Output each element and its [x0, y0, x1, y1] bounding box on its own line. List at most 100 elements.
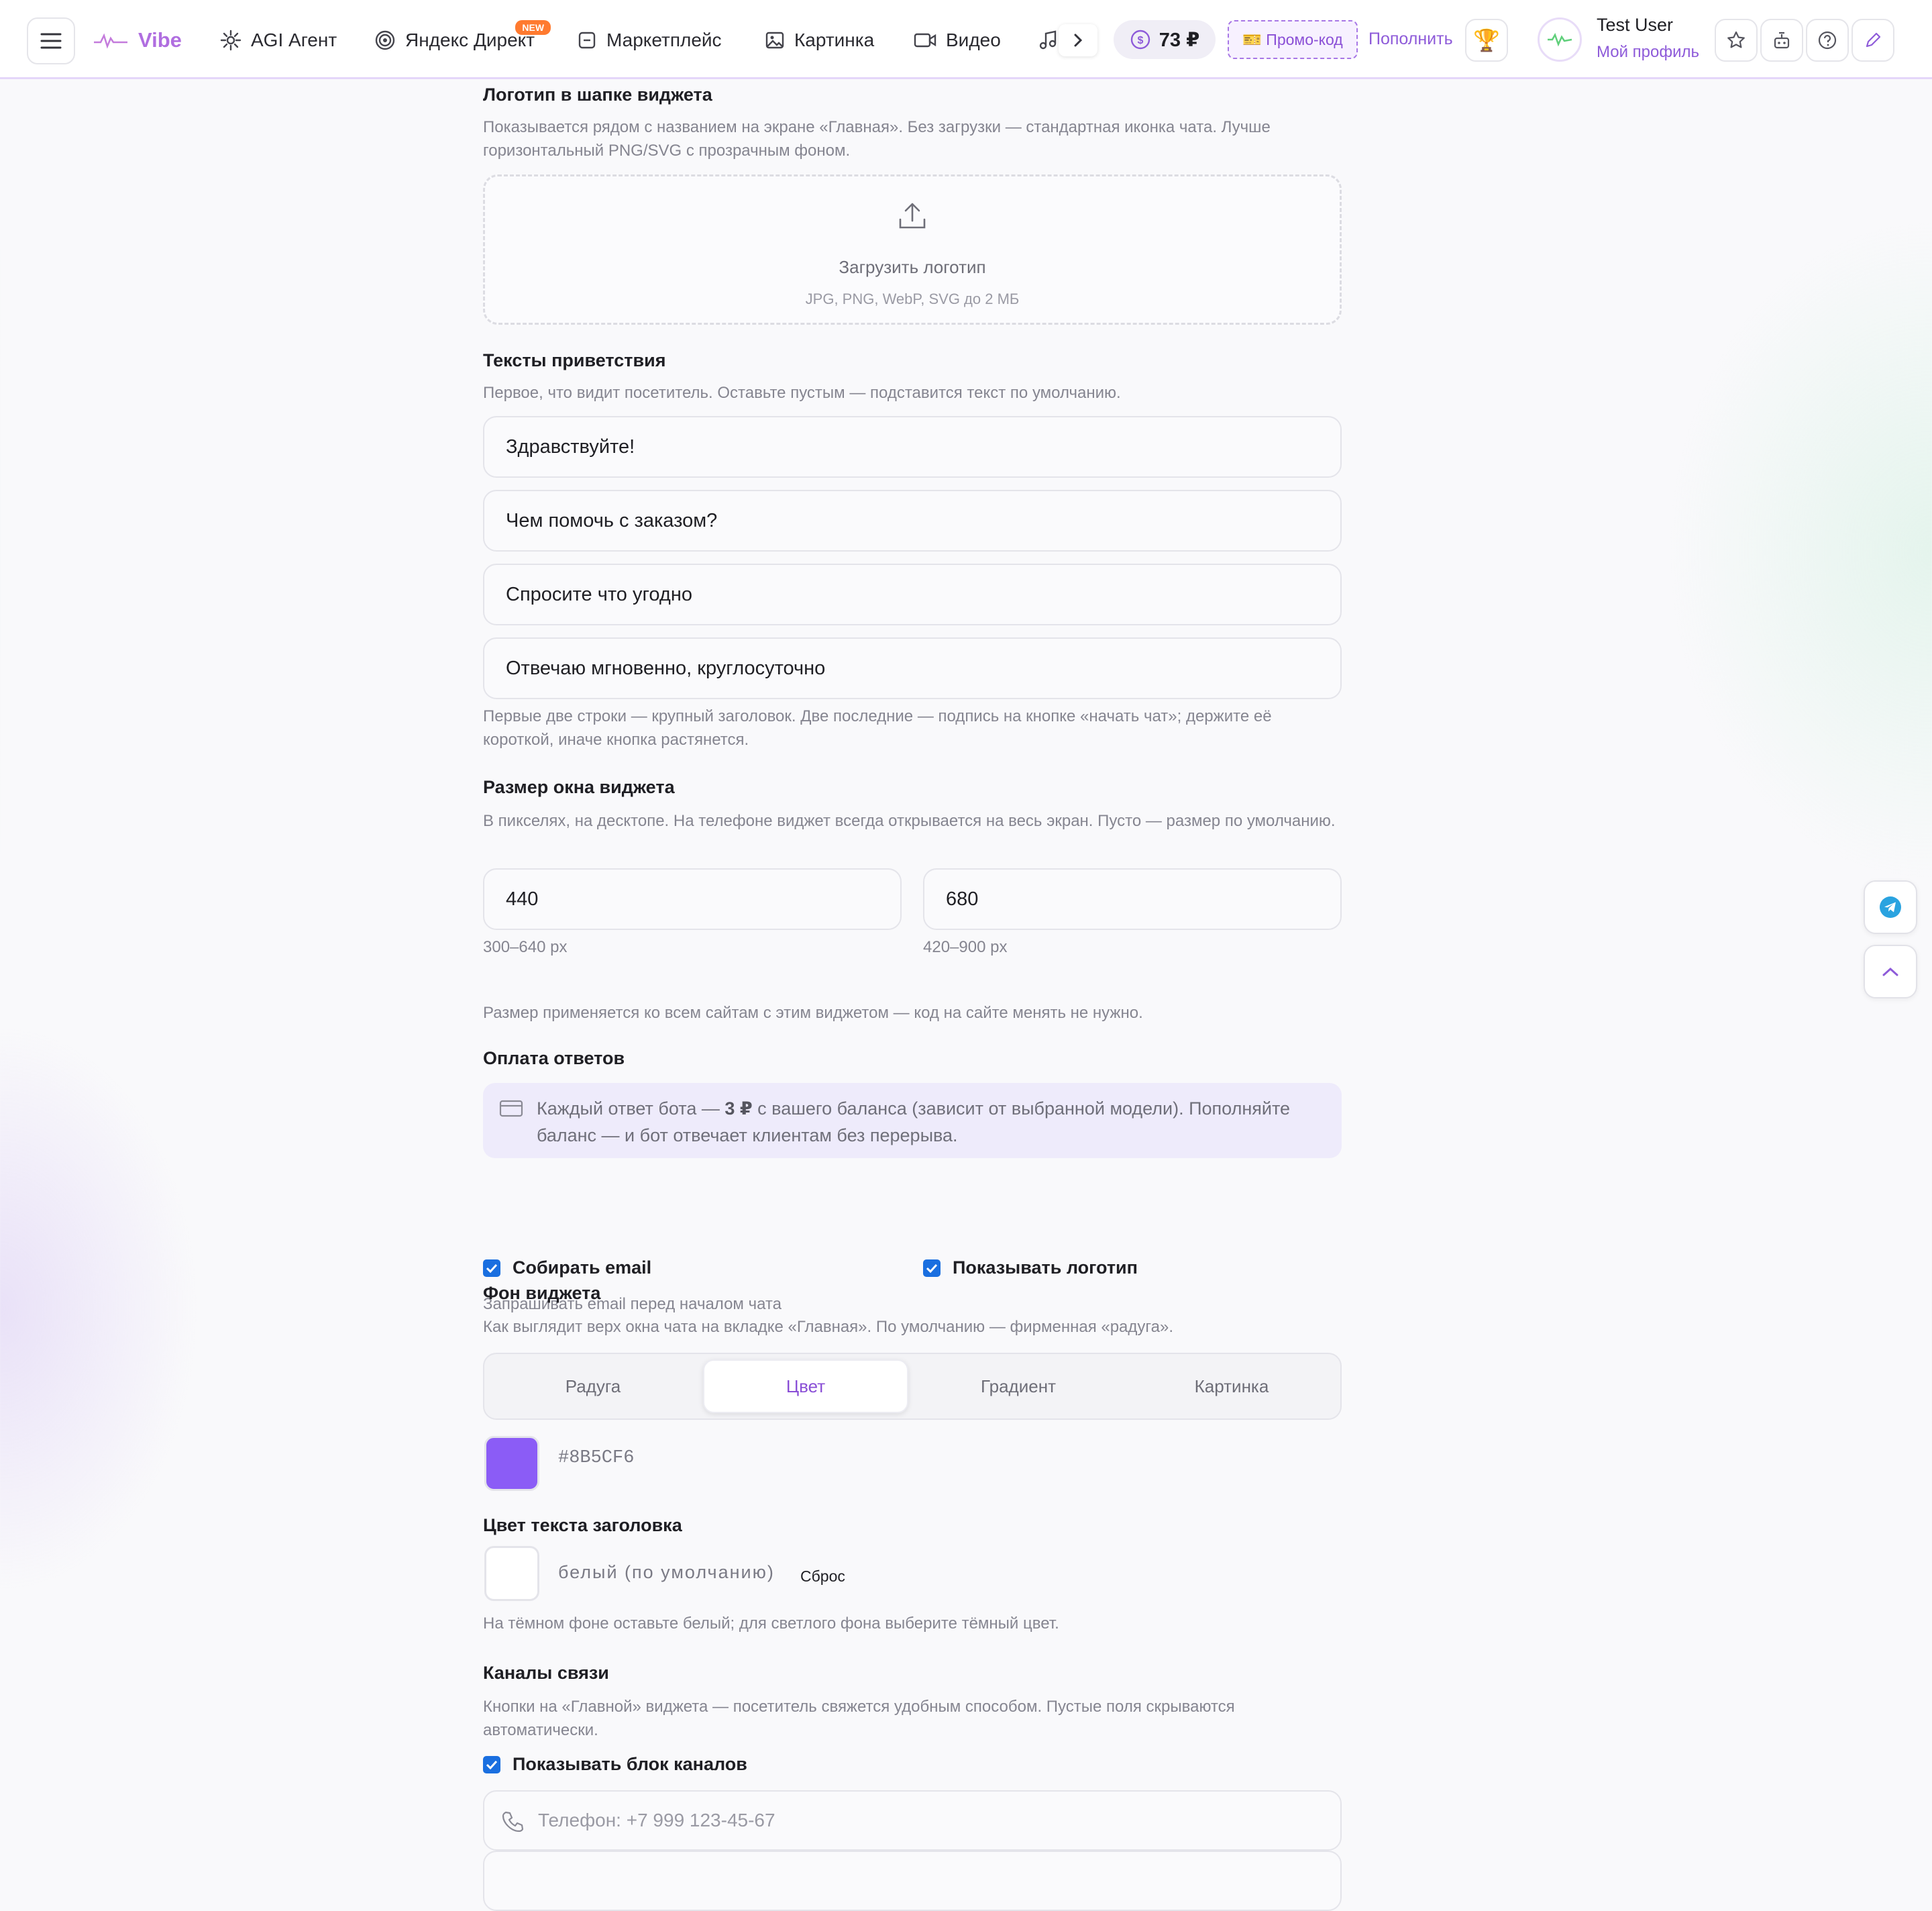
- phone-input[interactable]: Телефон: +7 999 123-45-67: [483, 1790, 1342, 1851]
- background-section-title: Фон виджета: [483, 1283, 601, 1303]
- checkbox-label: Собирать email: [513, 1257, 652, 1278]
- upload-formats: JPG, PNG, WebP, SVG до 2 МБ: [805, 291, 1020, 307]
- size-section-title: Размер окна виджета: [483, 777, 675, 797]
- background-section: Фон виджета Как выглядит верх окна чата …: [483, 1283, 1342, 1911]
- wave-logo-icon: [94, 33, 127, 49]
- greeting-line-1-input[interactable]: Здравствуйте!: [483, 416, 1342, 478]
- music-icon: [1039, 30, 1057, 50]
- user-name: Test User: [1597, 15, 1674, 35]
- phone-placeholder: Телефон: +7 999 123-45-67: [538, 1810, 775, 1830]
- phone-icon: [502, 1811, 524, 1832]
- show-channels-checkbox[interactable]: Показывать блок каналов: [483, 1754, 747, 1775]
- image-icon: [765, 32, 784, 49]
- achievements-button[interactable]: 🏆: [1465, 19, 1508, 62]
- title-color-swatch[interactable]: [484, 1546, 539, 1601]
- nav-label: Яндекс Директ NEW: [405, 20, 551, 51]
- title-color-reset-button[interactable]: Сброс: [800, 1567, 845, 1586]
- size-note: Размер применяется ко всем сайтам с этим…: [483, 1004, 1143, 1022]
- upload-icon: [899, 203, 926, 229]
- check-icon: [926, 1263, 938, 1273]
- nav-label-text: Яндекс Директ: [405, 30, 535, 50]
- background-section-hint: Как выглядит верх окна чата на вкладке «…: [483, 1318, 1173, 1336]
- brand-logo[interactable]: Vibe: [93, 20, 182, 60]
- greeting-section-hint: Первое, что видит посетитель. Оставьте п…: [483, 384, 1121, 402]
- topup-link[interactable]: Пополнить: [1368, 30, 1453, 49]
- tab-gradient[interactable]: Градиент: [915, 1359, 1122, 1413]
- store-icon: [578, 32, 596, 49]
- logo-upload-dropzone[interactable]: Загрузить логотип JPG, PNG, WebP, SVG до…: [483, 174, 1342, 325]
- show-logo-checkbox[interactable]: Показывать логотип: [923, 1257, 1138, 1278]
- edit-button[interactable]: [1851, 19, 1894, 62]
- widget-width-input[interactable]: 440: [483, 868, 902, 930]
- nav-label: Маркетплейс: [606, 30, 722, 50]
- trophy-icon: 🏆: [1473, 28, 1500, 52]
- hamburger-icon: [40, 33, 62, 49]
- balance-amount: 73 ₽: [1159, 29, 1200, 51]
- robot-icon: [1774, 32, 1790, 49]
- greeting-line-3-input[interactable]: Спросите что угодно: [483, 564, 1342, 625]
- integrations-button[interactable]: [1760, 19, 1803, 62]
- pencil-icon: [1866, 32, 1881, 48]
- credit-card-icon: [499, 1100, 523, 1117]
- width-range-hint: 300–640 px: [483, 938, 568, 956]
- payment-price: 3 ₽: [724, 1098, 753, 1119]
- title-color-hint: На тёмном фоне оставьте белый; для светл…: [483, 1614, 1059, 1633]
- balance-pill[interactable]: $ 73 ₽: [1114, 20, 1216, 59]
- background-color-swatch[interactable]: [484, 1436, 539, 1491]
- tab-picture[interactable]: Картинка: [1128, 1359, 1335, 1413]
- coin-icon: $: [1130, 30, 1150, 50]
- menu-button[interactable]: [27, 17, 75, 64]
- collect-email-checkbox[interactable]: Собирать email: [483, 1257, 651, 1278]
- promo-code-button[interactable]: 🎫 Промо-код: [1228, 20, 1358, 59]
- logo-section-hint: Показывается рядом с названием на экране…: [483, 118, 1271, 160]
- scroll-top-button[interactable]: [1864, 945, 1917, 998]
- brand-name: Vibe: [138, 28, 182, 52]
- video-icon: [914, 33, 936, 48]
- nav-video[interactable]: Видео: [914, 20, 1001, 60]
- greeting-footer-hint: Первые две строки — крупный заголовок. Д…: [483, 707, 1272, 749]
- star-icon: [1727, 31, 1745, 48]
- upload-label: Загрузить логотип: [839, 257, 986, 277]
- channels-section-title: Каналы связи: [483, 1663, 609, 1683]
- svg-text:$: $: [1137, 35, 1143, 46]
- nav-marketplace[interactable]: Маркетплейс: [577, 20, 722, 60]
- payment-text-before: Каждый ответ бота —: [537, 1098, 725, 1119]
- tab-color[interactable]: Цвет: [703, 1359, 908, 1413]
- nav-scroll-right-button[interactable]: [1059, 24, 1097, 56]
- profile-link[interactable]: Мой профиль: [1597, 43, 1699, 62]
- new-badge: NEW: [515, 20, 551, 35]
- tab-rainbow[interactable]: Радуга: [490, 1359, 696, 1413]
- title-color-section-title: Цвет текста заголовка: [483, 1515, 682, 1535]
- telegram-button[interactable]: [1864, 880, 1917, 934]
- wave-avatar-icon: [1548, 33, 1572, 47]
- email-channel-input[interactable]: [483, 1851, 1342, 1911]
- checkbox-checked[interactable]: [483, 1755, 500, 1773]
- nav-label: AGI Агент: [251, 30, 337, 50]
- greeting-line-2-input[interactable]: Чем помочь с заказом?: [483, 490, 1342, 552]
- greeting-section-title: Тексты приветствия: [483, 350, 666, 370]
- widget-height-input[interactable]: 680: [923, 868, 1342, 930]
- check-icon: [486, 1263, 498, 1273]
- help-button[interactable]: [1806, 19, 1849, 62]
- avatar[interactable]: [1538, 17, 1582, 62]
- height-range-hint: 420–900 px: [923, 938, 1008, 956]
- channels-section-hint: Кнопки на «Главной» виджета — посетитель…: [483, 1698, 1235, 1739]
- chevron-up-icon: [1882, 967, 1898, 976]
- nav-label: Картинка: [794, 30, 875, 50]
- help-icon: [1818, 31, 1837, 50]
- top-navigation-bar: Vibe AGI Агент Яндекс Директ NEW Маркетп…: [0, 0, 1932, 79]
- nav-image[interactable]: Картинка: [765, 20, 874, 60]
- nav-agi-agent[interactable]: AGI Агент: [220, 20, 337, 60]
- favorites-button[interactable]: [1715, 19, 1758, 62]
- size-section-hint: В пикселях, на десктопе. На телефоне вид…: [483, 812, 1336, 830]
- chevron-right-icon: [1074, 34, 1083, 47]
- nav-yandex-direct[interactable]: Яндекс Директ NEW: [374, 20, 551, 60]
- greeting-line-4-input[interactable]: Отвечаю мгновенно, круглосуточно: [483, 637, 1342, 699]
- logo-section-title: Логотип в шапке виджета: [483, 85, 712, 105]
- target-icon: [375, 30, 395, 50]
- checkbox-checked[interactable]: [483, 1259, 500, 1277]
- payment-section-title: Оплата ответов: [483, 1048, 625, 1068]
- payment-info-box: Каждый ответ бота — 3 ₽ с вашего баланса…: [483, 1083, 1342, 1158]
- checkbox-checked[interactable]: [923, 1259, 941, 1277]
- nav-label: Видео: [946, 30, 1001, 50]
